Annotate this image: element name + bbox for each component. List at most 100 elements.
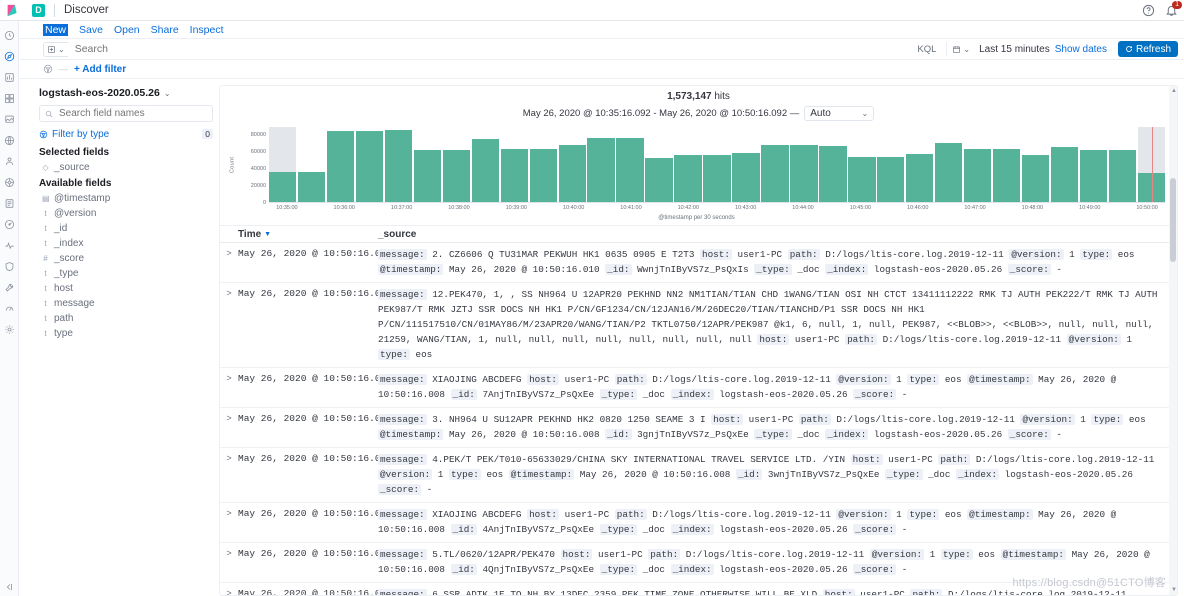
infrastructure-icon[interactable] [3, 176, 16, 189]
histogram-bar[interactable] [761, 144, 789, 202]
field-item-id[interactable]: t _id [39, 221, 213, 236]
histogram-bar[interactable] [442, 150, 471, 202]
expand-row-icon[interactable]: > [226, 508, 231, 537]
add-filter-button[interactable]: + Add filter [74, 64, 126, 75]
date-picker-toggle[interactable]: ⌄ [946, 41, 970, 57]
menu-save[interactable]: Save [79, 24, 103, 36]
logs-icon[interactable] [3, 197, 16, 210]
sort-desc-icon[interactable]: ▼ [264, 231, 271, 238]
canvas-icon[interactable] [3, 113, 16, 126]
discover-icon[interactable] [3, 50, 16, 63]
siem-icon[interactable] [3, 260, 16, 273]
dev-tools-icon[interactable] [3, 281, 16, 294]
query-language-kql[interactable]: KQL [912, 44, 941, 55]
field-item-path[interactable]: t path [39, 311, 213, 326]
menu-inspect[interactable]: Inspect [190, 24, 224, 36]
field-item-host[interactable]: t host [39, 281, 213, 296]
histogram-bar[interactable] [1050, 147, 1079, 202]
index-pattern-selector[interactable]: logstash-eos-2020.05.26 ⌄ [39, 87, 213, 99]
expand-row-icon[interactable]: > [226, 548, 231, 577]
bell-icon[interactable]: 1 [1165, 0, 1182, 17]
expand-row-icon[interactable]: > [226, 413, 231, 442]
field-item-timestamp[interactable]: ▤ @timestamp [39, 191, 213, 206]
table-row[interactable]: > May 26, 2020 @ 10:50:16.008 message: 5.T… [220, 543, 1177, 583]
scrollbar-thumb[interactable] [1170, 178, 1176, 262]
column-header-time[interactable]: Time ▼ [238, 229, 378, 240]
histogram-bar[interactable] [355, 131, 384, 202]
histogram-bar[interactable] [269, 127, 297, 202]
scroll-up-icon[interactable]: ▲ [1171, 88, 1177, 94]
histogram-bar[interactable] [558, 145, 586, 202]
histogram-bar[interactable] [645, 157, 673, 202]
expand-row-icon[interactable]: > [226, 588, 231, 595]
maps-icon[interactable] [3, 134, 16, 147]
saved-query-icon[interactable]: ⌄ [43, 41, 68, 57]
show-dates-button[interactable]: Show dates [1055, 44, 1113, 55]
machine-learning-icon[interactable] [3, 155, 16, 168]
histogram-bar[interactable] [1079, 150, 1108, 202]
expand-row-icon[interactable]: > [226, 248, 231, 277]
field-item-message[interactable]: t message [39, 296, 213, 311]
uptime-icon[interactable] [3, 239, 16, 252]
table-row[interactable]: > May 26, 2020 @ 10:50:16.008 message: 4.P… [220, 448, 1177, 503]
table-row[interactable]: > May 26, 2020 @ 10:50:16.008 message: 12.… [220, 283, 1177, 368]
histogram-bar[interactable] [1108, 150, 1137, 202]
visualize-icon[interactable] [3, 71, 16, 84]
field-item-source[interactable]: ◇ _source [39, 160, 213, 175]
histogram-bar[interactable] [934, 142, 963, 202]
histogram-bar[interactable] [326, 131, 355, 202]
field-item-score[interactable]: # _score [39, 251, 213, 266]
histogram-bar[interactable] [384, 129, 413, 202]
filter-by-type-label[interactable]: Filter by type [52, 129, 109, 140]
expand-row-icon[interactable]: > [226, 288, 231, 362]
histogram-bar[interactable] [500, 148, 529, 202]
collapse-nav-icon[interactable] [3, 583, 16, 596]
histogram-bar[interactable] [963, 148, 992, 202]
histogram-bar[interactable] [413, 150, 442, 202]
table-row[interactable]: > May 26, 2020 @ 10:50:16.010 message: 2. … [220, 243, 1177, 283]
menu-share[interactable]: Share [151, 24, 179, 36]
table-row[interactable]: > May 26, 2020 @ 10:50:16.008 message: XIA… [220, 503, 1177, 543]
field-item-type-meta[interactable]: t _type [39, 266, 213, 281]
monitoring-icon[interactable] [3, 302, 16, 315]
interval-select[interactable]: Auto ⌄ [804, 106, 875, 121]
management-icon[interactable] [3, 323, 16, 336]
histogram-bar[interactable] [1021, 155, 1050, 202]
time-range-label[interactable]: Last 15 minutes [975, 44, 1050, 55]
histogram-bar[interactable] [992, 148, 1021, 202]
search-input[interactable] [72, 41, 908, 57]
field-item-index[interactable]: t _index [39, 236, 213, 251]
scroll-down-icon[interactable]: ▼ [1171, 587, 1177, 593]
table-row[interactable]: > May 26, 2020 @ 10:50:16.008 message: 3. … [220, 408, 1177, 448]
column-header-source[interactable]: _source [378, 229, 416, 240]
field-item-type[interactable]: t type [39, 326, 213, 341]
recently-viewed-icon[interactable] [3, 29, 16, 42]
histogram-bar[interactable] [471, 138, 500, 202]
histogram-bar[interactable] [297, 172, 326, 202]
histogram-bar[interactable] [529, 148, 558, 202]
field-item-version[interactable]: t @version [39, 206, 213, 221]
histogram-bar[interactable] [732, 152, 760, 202]
results-scrollbar[interactable]: ▲ ▼ [1169, 86, 1177, 595]
histogram-bar[interactable] [905, 153, 934, 202]
expand-row-icon[interactable]: > [226, 453, 231, 497]
histogram-bar[interactable] [616, 137, 644, 202]
chart-plot-area[interactable] [269, 127, 1166, 203]
dashboard-icon[interactable] [3, 92, 16, 105]
histogram-bar[interactable] [819, 146, 847, 202]
expand-row-icon[interactable]: > [226, 373, 231, 402]
table-row[interactable]: > May 26, 2020 @ 10:50:16.008 message: XIA… [220, 368, 1177, 408]
table-row[interactable]: > May 26, 2020 @ 10:50:16.008 message: 6.S… [220, 583, 1177, 595]
histogram-bar[interactable] [674, 154, 702, 202]
histogram-bar[interactable] [587, 137, 615, 202]
field-search-input[interactable] [57, 107, 207, 120]
filter-icon[interactable] [43, 64, 53, 74]
menu-new[interactable]: New [43, 23, 69, 36]
histogram-bar[interactable] [703, 154, 731, 202]
histogram-bar[interactable] [848, 157, 876, 202]
refresh-button[interactable]: Refresh [1117, 41, 1178, 57]
filter-by-type-row[interactable]: Filter by type 0 [39, 126, 213, 142]
field-search-box[interactable] [39, 105, 213, 122]
apm-icon[interactable] [3, 218, 16, 231]
menu-open[interactable]: Open [114, 24, 140, 36]
